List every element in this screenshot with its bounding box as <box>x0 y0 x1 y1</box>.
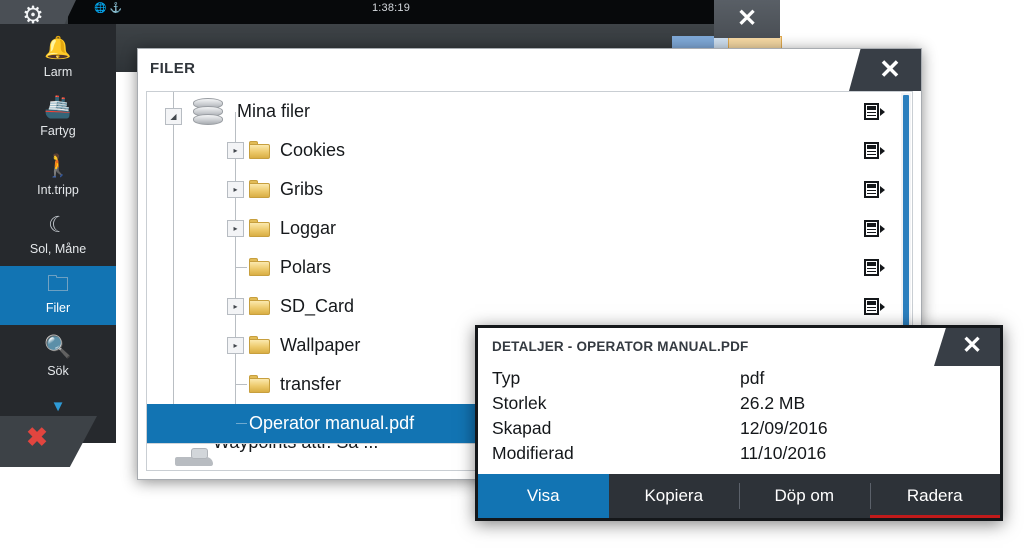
rename-button[interactable]: Döp om <box>739 474 870 518</box>
sidebar-item-label: Filer <box>45 301 71 315</box>
sidebar-item-int-tripp[interactable]: Int.tripp <box>0 148 116 207</box>
detail-key: Storlek <box>492 393 547 413</box>
expand-toggle-icon[interactable]: ▸ <box>227 298 244 315</box>
tree-item-label: Operator manual.pdf <box>249 413 415 433</box>
folder-icon <box>249 297 271 315</box>
tree-item-label: Mina filer <box>237 101 311 121</box>
clock-label: 1:38:19 <box>371 2 411 14</box>
details-titlebar: DETALJER - OPERATOR MANUAL.PDF ✕ <box>478 328 1000 366</box>
trip-icon <box>0 150 116 182</box>
tree-item-label: Gribs <box>280 179 324 199</box>
tree-item-label: Waypoints attr. Så ... <box>213 444 378 453</box>
tree-elbow <box>236 267 247 268</box>
details-window: DETALJER - OPERATOR MANUAL.PDF ✕ Typ pdf… <box>475 325 1003 521</box>
folder-icon <box>249 180 271 198</box>
sidebar-item-fartyg[interactable]: Fartyg <box>0 89 116 148</box>
detail-row-modifierad: Modifierad 11/10/2016 <box>478 441 1000 466</box>
folder-icon <box>0 268 116 300</box>
close-icon[interactable]: ✕ <box>849 49 921 91</box>
screen: 🌐⚓ 1:38:19 ✕ Larm Fartyg Int.tripp Sol, … <box>0 0 1024 549</box>
document-details-icon[interactable] <box>864 259 886 277</box>
folder-icon <box>249 258 271 276</box>
document-details-icon[interactable] <box>864 298 886 316</box>
detail-key: Skapad <box>492 418 552 438</box>
detail-key: Modifierad <box>492 443 574 463</box>
sidebar-item-sol-mane[interactable]: Sol, Måne <box>0 207 116 266</box>
view-button[interactable]: Visa <box>478 474 609 518</box>
background-status-strip: 🌐⚓ 1:38:19 <box>68 0 714 24</box>
table-row[interactable]: ▸ SD_Card <box>147 287 912 326</box>
sidebar-item-sok[interactable]: Sök <box>0 329 116 388</box>
database-icon <box>193 98 223 127</box>
mob-icon[interactable]: ✖ <box>22 422 52 452</box>
filer-titlebar: FILER ✕ <box>138 49 921 91</box>
page-title: FILER <box>150 60 196 77</box>
detail-value: 11/10/2016 <box>740 443 827 463</box>
sidebar-item-filer[interactable]: Filer <box>0 266 116 325</box>
ship-icon <box>0 91 116 123</box>
detail-row-storlek: Storlek 26.2 MB <box>478 391 1000 416</box>
document-details-icon[interactable] <box>864 220 886 238</box>
table-row[interactable]: ◢ Mina filer <box>147 92 912 131</box>
delete-button[interactable]: Radera <box>869 474 1001 518</box>
expand-toggle-icon[interactable]: ▸ <box>227 337 244 354</box>
document-details-icon[interactable] <box>864 103 886 121</box>
detail-value: 26.2 MB <box>740 393 806 413</box>
details-list: Typ pdf Storlek 26.2 MB Skapad 12/09/201… <box>478 366 1000 476</box>
waypoint-icon <box>175 448 215 468</box>
tree-item-label: Wallpaper <box>280 335 361 355</box>
folder-icon <box>249 375 271 393</box>
detail-value: 12/09/2016 <box>740 418 828 438</box>
tree-elbow <box>236 384 247 385</box>
document-details-icon[interactable] <box>864 142 886 160</box>
sidebar-item-label: Sol, Måne <box>29 242 87 256</box>
sidebar-item-label: Larm <box>43 65 73 79</box>
collapse-toggle-icon[interactable]: ◢ <box>165 108 182 125</box>
man-overboard-button[interactable]: ✖ <box>0 416 97 467</box>
close-icon[interactable]: ✕ <box>934 328 1000 366</box>
table-row[interactable]: ▸ Gribs <box>147 170 912 209</box>
expand-toggle-icon[interactable]: ▸ <box>227 220 244 237</box>
tree-elbow <box>236 423 247 424</box>
detail-value: pdf <box>740 368 765 388</box>
folder-icon <box>249 141 271 159</box>
tree-item-label: Loggar <box>280 218 337 238</box>
details-action-bar: Visa Kopiera Döp om Radera <box>478 474 1000 518</box>
folder-icon <box>249 336 271 354</box>
copy-button[interactable]: Kopiera <box>609 474 740 518</box>
search-icon <box>0 331 116 363</box>
sidebar-item-label: Fartyg <box>40 124 76 138</box>
bell-icon <box>0 32 116 64</box>
table-row[interactable]: ▸ Loggar <box>147 209 912 248</box>
table-row[interactable]: Polars <box>147 248 912 287</box>
expand-toggle-icon[interactable]: ▸ <box>227 142 244 159</box>
detail-row-skapad: Skapad 12/09/2016 <box>478 416 1000 441</box>
close-application-button[interactable]: ✕ <box>714 0 780 38</box>
folder-icon <box>249 219 271 237</box>
document-details-icon[interactable] <box>864 181 886 199</box>
sidebar: Larm Fartyg Int.tripp Sol, Måne Filer Sö… <box>0 24 116 467</box>
sun-moon-icon <box>0 209 116 241</box>
tree-item-label: Polars <box>280 257 332 277</box>
sidebar-item-label: Int.tripp <box>37 183 79 197</box>
detail-key: Typ <box>492 368 521 388</box>
expand-toggle-icon[interactable]: ▸ <box>227 181 244 198</box>
tree-item-label: SD_Card <box>280 296 355 316</box>
tree-item-label: transfer <box>280 374 342 394</box>
sidebar-item-label: Sök <box>47 364 69 378</box>
sidebar-item-larm[interactable]: Larm <box>0 30 116 89</box>
table-row[interactable]: ▸ Cookies <box>147 131 912 170</box>
tree-item-label: Cookies <box>280 140 346 160</box>
details-title: DETALJER - OPERATOR MANUAL.PDF <box>492 339 749 354</box>
detail-row-typ: Typ pdf <box>478 366 1000 391</box>
